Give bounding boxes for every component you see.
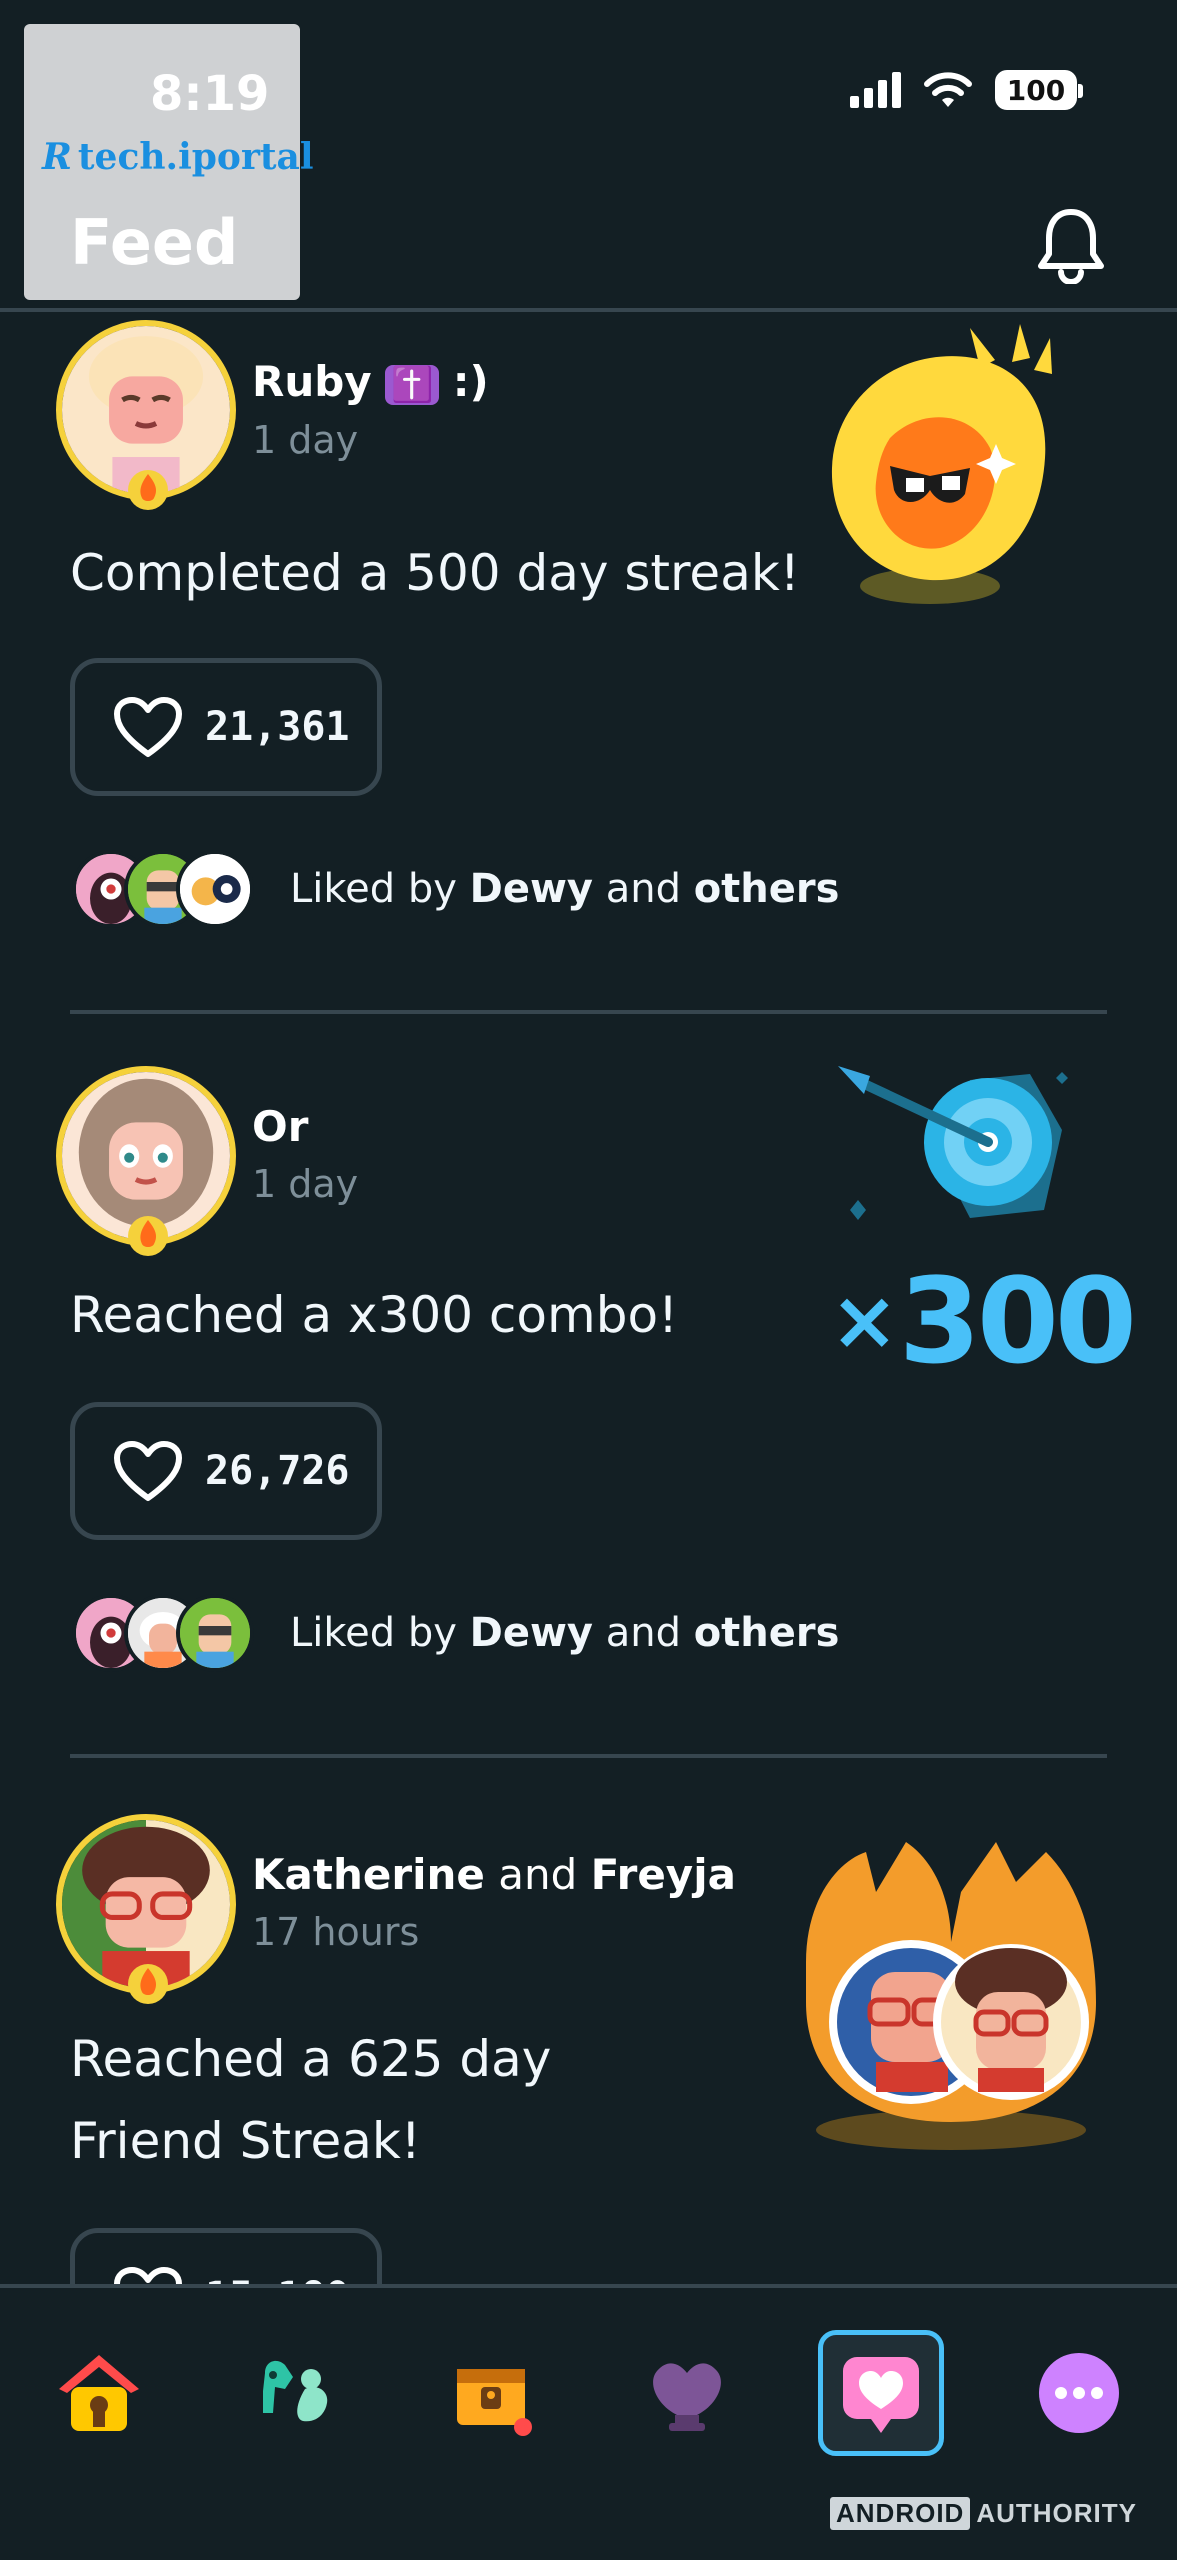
post-author[interactable]: Or: [252, 1102, 308, 1151]
notification-dot: [514, 2418, 532, 2436]
characters-icon: [263, 2360, 328, 2422]
nav-characters[interactable]: [232, 2330, 358, 2456]
post-author-name: Katherine: [252, 1850, 485, 1899]
heart-icon: [114, 1441, 182, 1501]
feed-list[interactable]: Ruby ✝️ :) 1 day Completed a 500 day str…: [0, 312, 1177, 2284]
post-author-name-second: Freyja: [590, 1850, 736, 1899]
post-author-joiner: and: [498, 1850, 578, 1899]
liked-by-name[interactable]: Dewy: [470, 866, 593, 912]
likers-row[interactable]: Liked by Dewy and others: [72, 1594, 839, 1672]
bell-icon[interactable]: [1036, 206, 1106, 284]
like-count: 15,180: [205, 2274, 350, 2284]
nav-more[interactable]: [1016, 2330, 1142, 2456]
post-text: Reached a 625 day Friend Streak!: [70, 2018, 551, 2182]
cellular-signal-icon: [850, 72, 901, 108]
avatar[interactable]: [56, 1066, 236, 1256]
liked-by-others[interactable]: others: [694, 866, 840, 912]
bottom-navigation: ANDROID AUTHORITY: [0, 2288, 1177, 2560]
friend-streak-illustration: [806, 1842, 1096, 2150]
like-button[interactable]: 15,180: [70, 2228, 382, 2284]
post-text: Completed a 500 day streak!: [70, 544, 800, 602]
battery-indicator: 100: [995, 70, 1083, 110]
nav-feed[interactable]: [818, 2330, 944, 2456]
card-divider: [70, 1010, 1107, 1014]
status-icons: 100: [850, 70, 1083, 110]
combo-multiplier-badge: ×300: [830, 1252, 1137, 1390]
heart-icon: [114, 697, 182, 757]
streak-flame-icon: [128, 1216, 168, 1256]
android-authority-watermark: ANDROID AUTHORITY: [829, 2497, 1137, 2530]
post-text-line: Friend Streak!: [70, 2112, 421, 2170]
page-title: Feed: [70, 206, 239, 279]
post-author-name: Or: [252, 1102, 309, 1151]
league-shield-icon: [653, 2363, 721, 2431]
streak-flame-icon: [128, 1964, 168, 2004]
nav-chest[interactable]: [428, 2330, 554, 2456]
liked-by-prefix: Liked by: [290, 866, 457, 912]
avatar[interactable]: [56, 1814, 236, 2004]
likers-row[interactable]: Liked by Dewy and others: [72, 850, 839, 928]
watermark-logo-icon: R: [42, 136, 72, 178]
watermark-brand: Rtech.iportal: [42, 136, 314, 178]
like-button[interactable]: 26,726: [70, 1402, 382, 1540]
avatar: [176, 1594, 254, 1672]
heart-icon: [114, 2267, 182, 2284]
liked-by-text: Liked by Dewy and others: [290, 866, 839, 912]
liked-by-prefix: Liked by: [290, 1610, 457, 1656]
streak-flame-icon: [128, 470, 168, 510]
post-time: 17 hours: [252, 1910, 420, 1954]
like-count: 21,361: [205, 704, 350, 750]
like-count: 26,726: [205, 1448, 350, 1494]
post-text-line: Reached a 625 day: [70, 2030, 552, 2088]
liked-by-others[interactable]: others: [694, 1610, 840, 1656]
avatar[interactable]: [56, 320, 236, 510]
avatar: [176, 850, 254, 928]
cross-emoji-icon: ✝️: [385, 365, 440, 405]
post-author-name: Ruby: [252, 357, 372, 406]
post-text: Reached a x300 combo!: [70, 1286, 679, 1344]
post-time: 1 day: [252, 1162, 359, 1206]
combo-number: 300: [898, 1252, 1137, 1390]
status-bar: 8:19 Rtech.iportal 100: [0, 0, 1177, 300]
more-icon: [1039, 2353, 1119, 2433]
liked-by-text: Liked by Dewy and others: [290, 1610, 839, 1656]
chest-icon: [457, 2369, 532, 2436]
streak-fire-illustration: [831, 324, 1052, 604]
liked-by-joiner: and: [605, 866, 681, 912]
post-author[interactable]: Ruby ✝️ :): [252, 357, 489, 406]
like-button[interactable]: 21,361: [70, 658, 382, 796]
watermark-left-text: ANDROID: [829, 2497, 971, 2530]
nav-leagues[interactable]: [624, 2330, 750, 2456]
liked-by-joiner: and: [605, 1610, 681, 1656]
watermark-brand-text: tech.iportal: [77, 136, 314, 178]
liked-by-name[interactable]: Dewy: [470, 1610, 593, 1656]
feed-heart-icon: [843, 2357, 919, 2433]
nav-home[interactable]: [36, 2330, 162, 2456]
home-icon: [59, 2355, 139, 2431]
card-divider: [70, 1754, 1107, 1758]
multiplier-x-icon: ×: [830, 1273, 899, 1369]
post-author[interactable]: Katherine and Freyja: [252, 1850, 736, 1899]
wifi-icon: [924, 72, 972, 107]
watermark-right-text: AUTHORITY: [976, 2498, 1137, 2528]
target-arrow-illustration: [838, 1066, 1068, 1220]
status-time: 8:19: [150, 66, 270, 122]
post-time: 1 day: [252, 418, 359, 462]
post-author-suffix: :): [452, 357, 489, 406]
